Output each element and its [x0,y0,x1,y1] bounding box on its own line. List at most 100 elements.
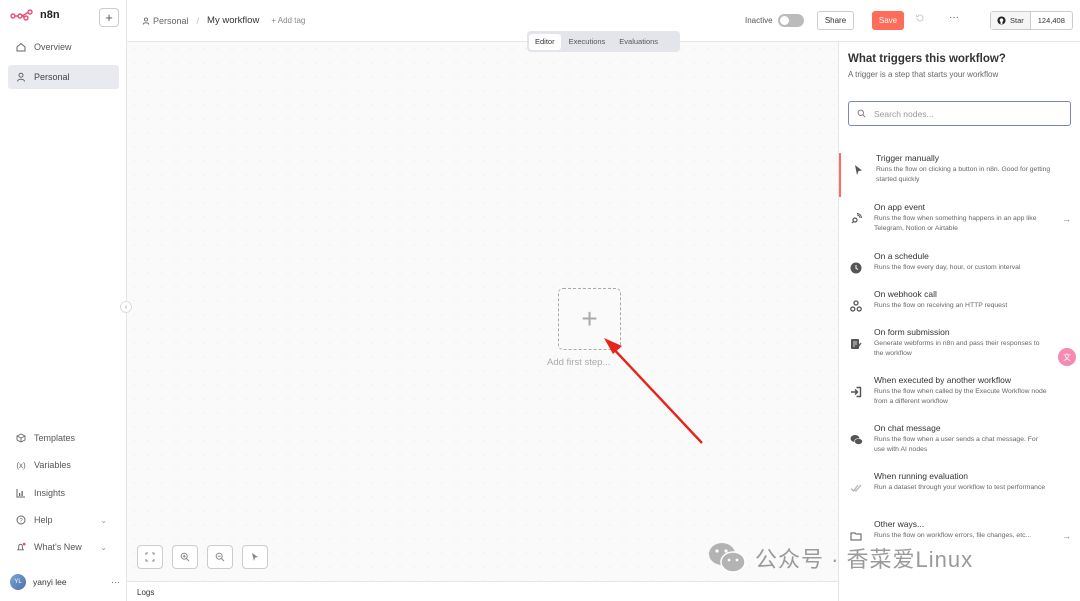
logo[interactable]: n8n [10,9,60,21]
trigger-title: When executed by another workflow [874,375,1012,385]
chevron-down-icon: ⌄ [100,515,107,525]
sidebar-item-insights[interactable]: Insights [8,481,119,505]
trigger-description: Runs the flow when a user sends a chat m… [874,436,1038,453]
variables-icon: (x) [16,460,26,470]
annotation-arrow [604,338,703,444]
avatar: YL [10,574,26,590]
trigger-item-schedule[interactable]: On a schedule Runs the flow every day, h… [839,251,1080,287]
more-options-button[interactable]: ··· [949,12,959,23]
help-icon: ? [16,515,26,525]
arrow-right-icon: → [1062,531,1071,541]
webhook-icon [849,299,863,313]
fit-view-button[interactable] [137,545,163,569]
logs-panel[interactable]: Logs [127,581,838,601]
tab-executions[interactable]: Executions [563,34,612,50]
trigger-title: On form submission [874,327,950,337]
panel-subtitle: A trigger is a step that starts your wor… [848,70,999,79]
sidebar-item-label: Templates [34,433,76,443]
user-more-button[interactable]: ··· [111,577,120,587]
sidebar-item-label: What's New [34,542,82,552]
active-toggle[interactable] [778,14,804,27]
watermark: 公众号 · 香菜爱Linux [707,541,973,575]
status-label: Inactive [745,16,773,25]
trigger-description: Runs the flow every day, hour, or custom… [874,264,1021,271]
add-tag-button[interactable]: + Add tag [271,16,305,25]
github-star-label: Star [1010,16,1024,25]
tab-evaluations[interactable]: Evaluations [613,34,664,50]
workflow-canvas[interactable]: + Add first step... [127,42,838,581]
trigger-item-webhook[interactable]: On webhook call Runs the flow on receivi… [839,289,1080,325]
user-icon [142,17,150,25]
create-button[interactable]: + [99,8,119,27]
user-name: yanyi lee [33,577,67,587]
satellite-icon [849,212,863,226]
search-input[interactable] [874,108,1054,119]
trigger-item-evaluation[interactable]: When running evaluation Run a dataset th… [839,471,1080,515]
trigger-description: Runs the flow on receiving an HTTP reque… [874,302,1008,309]
save-button[interactable]: Save [872,11,904,30]
trigger-title: On webhook call [874,289,937,299]
trigger-title: When running evaluation [874,471,969,481]
sidebar-item-help[interactable]: ? Help ⌄ [8,508,119,532]
translate-icon[interactable]: 文 [1058,348,1076,366]
trigger-description: Runs the flow when something happens in … [874,215,1037,232]
share-button[interactable]: Share [817,11,854,30]
breadcrumb-separator: / [196,15,200,26]
clock-icon [849,261,863,275]
trigger-item-form[interactable]: On form submission Generate webforms in … [839,327,1080,371]
user-menu[interactable]: YL yanyi lee ··· [10,573,120,591]
search-field[interactable] [848,101,1071,126]
logs-label: Logs [137,588,155,597]
workflow-name[interactable]: My workflow [207,15,259,26]
sidebar-item-label: Insights [34,488,66,498]
sidebar-item-templates[interactable]: Templates [8,426,119,450]
arrow-right-icon: → [1062,214,1071,224]
logo-text: n8n [40,9,60,21]
zoom-out-button[interactable] [207,545,233,569]
sidebar-item-label: Overview [34,42,72,52]
github-star-button[interactable]: Star 124,408 [990,11,1073,30]
check-double-icon [849,481,863,495]
expand-icon [145,552,155,562]
box-icon [16,433,26,443]
trigger-item-app-event[interactable]: On app event Runs the flow when somethin… [839,202,1080,246]
breadcrumb: Personal / My workflow + Add tag [142,15,305,26]
sidebar-item-overview[interactable]: Overview [8,35,119,59]
cursor-icon [851,163,865,177]
trigger-item-executed-by-workflow[interactable]: When executed by another workflow Runs t… [839,375,1080,419]
trigger-title: On a schedule [874,251,929,261]
breadcrumb-project[interactable]: Personal [142,16,189,26]
collapse-sidebar-button[interactable]: ‹ [120,301,132,313]
view-tabs: Editor Executions Evaluations [527,31,680,52]
breadcrumb-project-label: Personal [153,15,189,26]
form-icon [849,337,863,351]
sidebar-item-label: Help [34,515,53,525]
tab-editor[interactable]: Editor [529,33,561,50]
node-creator-panel: What triggers this workflow? A trigger i… [838,42,1080,601]
github-star: Star [991,12,1031,29]
zoom-out-icon [215,552,225,562]
sidebar-item-variables[interactable]: (x) Variables [8,453,119,477]
sidebar-item-label: Personal [34,72,70,82]
chevron-down-icon: ⌄ [100,542,107,552]
user-icon [16,72,26,82]
trigger-item-manual[interactable]: Trigger manually Runs the flow on clicki… [839,153,1080,197]
trigger-description: Runs the flow on clicking a button in n8… [876,166,1051,183]
sidebar-item-whats-new[interactable]: What's New ⌄ [8,535,119,559]
sidebar-item-personal[interactable]: Personal [8,65,119,89]
trigger-description: Generate webforms in n8n and pass their … [874,340,1040,357]
bell-icon [16,542,26,552]
zoom-in-button[interactable] [172,545,198,569]
history-icon[interactable] [915,13,925,26]
panel-title: What triggers this workflow? [848,53,1006,65]
chart-icon [16,488,26,498]
trigger-item-chat-message[interactable]: On chat message Runs the flow when a use… [839,423,1080,467]
tidy-up-button[interactable] [242,545,268,569]
sidebar-item-label: Variables [34,460,71,470]
zoom-in-icon [180,552,190,562]
n8n-logo-icon [10,9,33,21]
trigger-description: Run a dataset through your workflow to t… [874,484,1046,491]
github-star-count: 124,408 [1037,16,1065,25]
trigger-title: On app event [874,202,926,212]
home-icon [16,42,26,52]
